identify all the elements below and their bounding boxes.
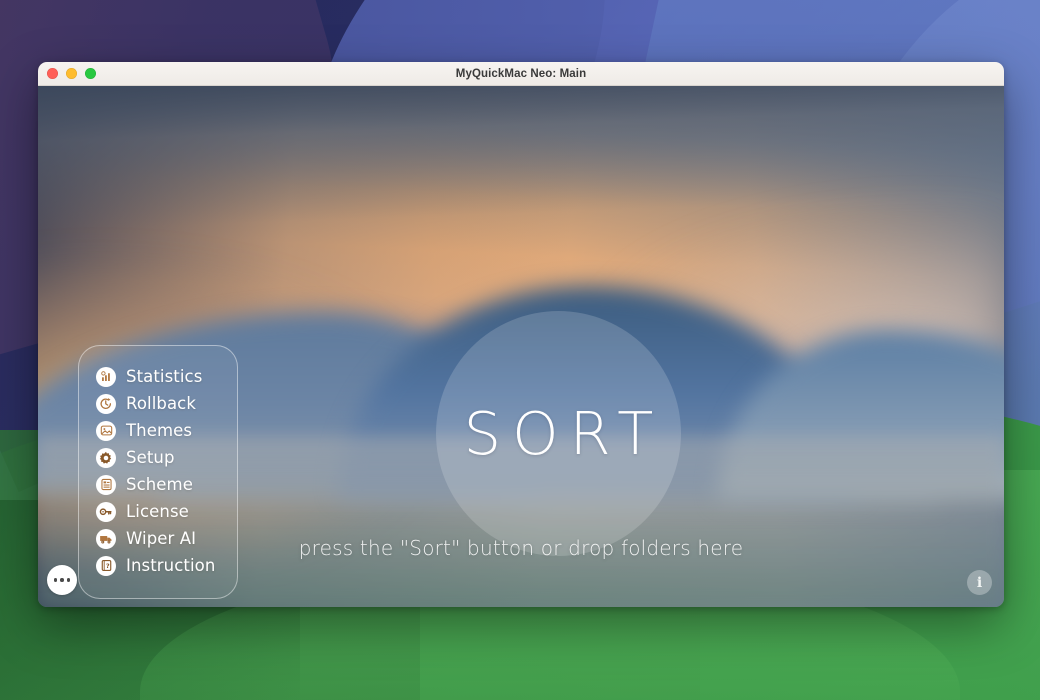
sidebar-item-instruction[interactable]: ? Instruction: [96, 552, 237, 579]
sidebar-item-label: Scheme: [126, 475, 193, 494]
sidebar-item-label: Wiper AI: [126, 529, 197, 548]
bar-chart-icon: [96, 366, 116, 387]
sidebar-item-label: Rollback: [126, 394, 196, 413]
maximize-button[interactable]: [85, 68, 96, 79]
dot-1: [53, 578, 58, 582]
sidebar-item-label: Instruction: [126, 556, 216, 575]
window-title: MyQuickMac Neo: Main: [455, 67, 587, 80]
more-options-button[interactable]: [47, 565, 77, 595]
sort-button[interactable]: SORT: [436, 311, 681, 556]
sidebar-menu: Statistics Rollback Themes Setup Scheme …: [78, 345, 238, 599]
info-button[interactable]: i: [967, 570, 992, 595]
sidebar-item-label: Setup: [126, 448, 175, 467]
sidebar-item-setup[interactable]: Setup: [96, 444, 237, 471]
sidebar-item-scheme[interactable]: Scheme: [96, 471, 237, 498]
manual-book-icon: ?: [96, 555, 116, 576]
clock-rotate-icon: [96, 393, 116, 414]
sidebar-item-label: Themes: [126, 421, 193, 440]
key-icon: [96, 501, 116, 522]
sidebar-item-statistics[interactable]: Statistics: [96, 363, 237, 390]
sidebar-item-wiper-ai[interactable]: Wiper AI: [96, 525, 237, 552]
sidebar-item-label: License: [126, 502, 189, 521]
window-titlebar[interactable]: MyQuickMac Neo: Main: [38, 62, 1004, 86]
window-traffic-lights: [47, 68, 96, 79]
app-window: MyQuickMac Neo: Main SORT press the "Sor…: [38, 62, 1004, 607]
sort-button-label: SORT: [463, 399, 665, 468]
gear-icon: [96, 447, 116, 468]
list-document-icon: [96, 474, 116, 495]
minimize-button[interactable]: [66, 68, 77, 79]
svg-text:?: ?: [105, 562, 109, 570]
dot-2: [60, 578, 64, 582]
sidebar-item-license[interactable]: License: [96, 498, 237, 525]
image-icon: [96, 420, 116, 441]
dot-3: [66, 578, 71, 582]
sidebar-item-label: Statistics: [126, 367, 203, 386]
sidebar-item-rollback[interactable]: Rollback: [96, 390, 237, 417]
main-canvas[interactable]: SORT press the "Sort" button or drop fol…: [38, 86, 1004, 607]
desktop-wallpaper: MyQuickMac Neo: Main SORT press the "Sor…: [0, 0, 1040, 700]
close-button[interactable]: [47, 68, 58, 79]
sidebar-item-themes[interactable]: Themes: [96, 417, 237, 444]
truck-icon: [96, 528, 116, 549]
